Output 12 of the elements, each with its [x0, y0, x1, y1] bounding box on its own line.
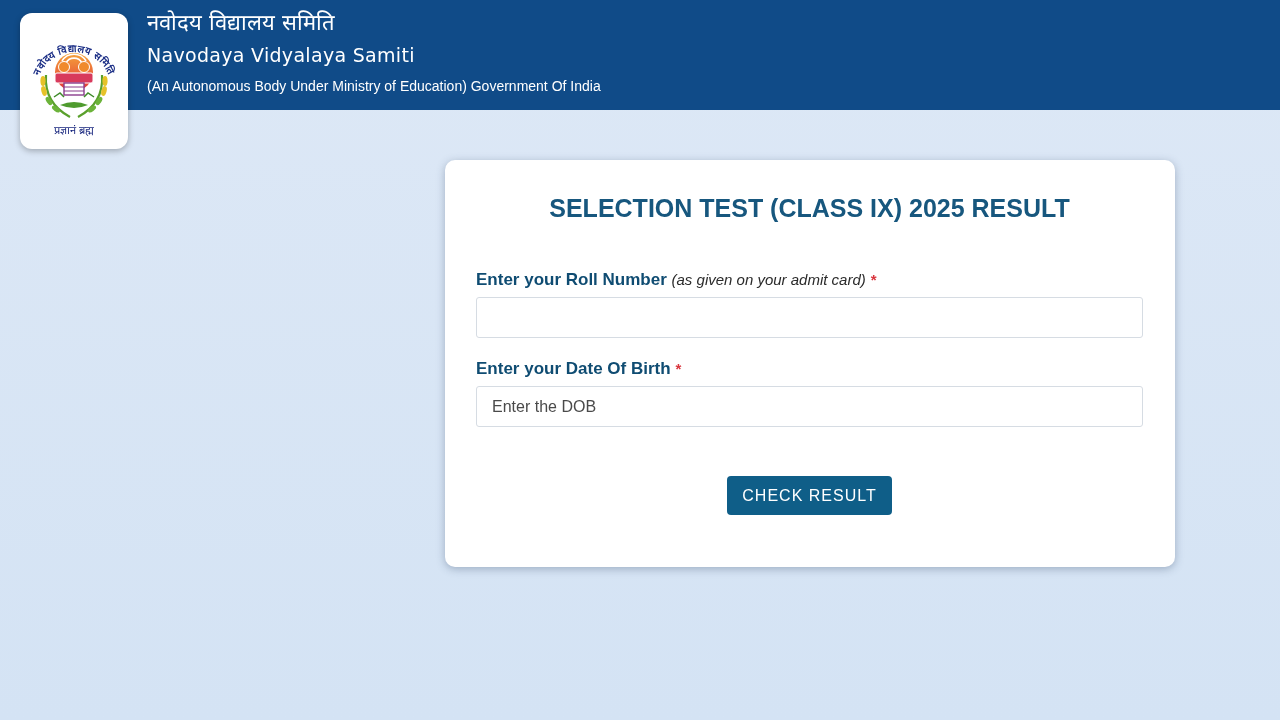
required-mark: *	[870, 270, 877, 290]
input-field[interactable]	[476, 297, 1143, 338]
site-title: Navodaya Vidyalaya Samiti	[147, 43, 415, 68]
field-label: Enter your Date Of Birth	[476, 358, 671, 380]
site-title-hindi: नवोदय विद्यालय समिति	[147, 9, 335, 37]
logo-motto-text: प्रज्ञानं ब्रह्म	[53, 124, 95, 137]
form-title: SELECTION TEST (CLASS IX) 2025 RESULT	[548, 193, 1071, 224]
field-label: Enter your Roll Number (as given on your admit card)	[476, 269, 866, 291]
site-subtitle: (An Autonomous Body Under Ministry of Education) Government Of India	[147, 77, 601, 96]
required-mark: *	[675, 359, 682, 379]
check-result-button[interactable]: CHECK RESULT	[727, 476, 892, 515]
input-field[interactable]: Enter the DOB	[476, 386, 1143, 427]
